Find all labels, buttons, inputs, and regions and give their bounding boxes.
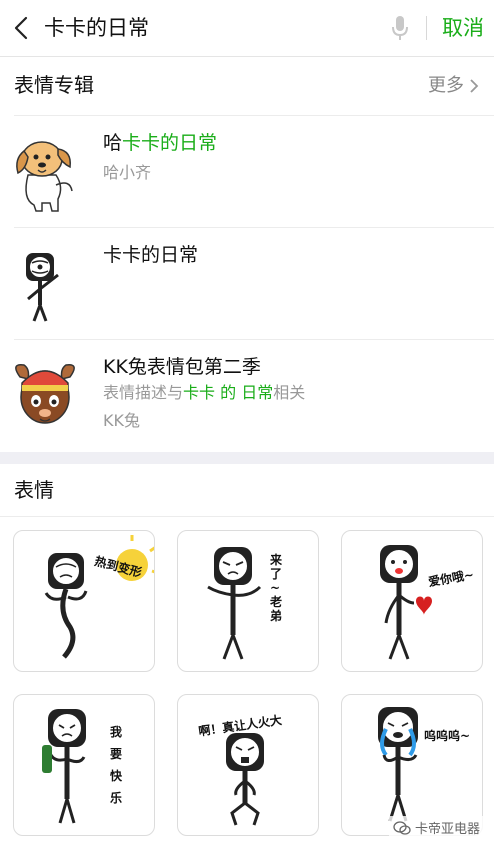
sticker-fan-character (44, 535, 154, 659)
sticker-fan-character (378, 707, 418, 822)
sticker-fan-character (380, 545, 432, 660)
album-cover-fan-character (26, 253, 59, 322)
back-arrow-icon[interactable] (10, 14, 32, 42)
album-description: 表情描述与卡卡 的 日常相关 (103, 381, 305, 405)
album-title: KK兔表情包第二季 (103, 356, 261, 378)
divider (14, 115, 494, 116)
album-item[interactable]: 哈卡卡的日常 哈小齐 (0, 115, 494, 227)
divider (14, 339, 494, 340)
albums-section-header: 表情专辑 更多 (0, 57, 494, 111)
desc-highlight: 日常 (241, 383, 274, 402)
header-divider (426, 16, 427, 40)
search-header: 卡卡的日常 取消 (0, 0, 494, 57)
search-input[interactable]: 卡卡的日常 (44, 13, 149, 43)
album-title-highlight: 卡卡的日常 (122, 132, 218, 154)
desc-prefix: 表情描述与 (103, 383, 184, 402)
album-item[interactable]: KK兔表情包第二季 表情描述与卡卡 的 日常相关 KK兔 (0, 339, 494, 451)
sticker-caption: 呜呜呜~ (424, 729, 471, 743)
sticker-item[interactable]: 啊！真让人火大 (177, 694, 319, 836)
chevron-right-icon (470, 79, 479, 93)
album-author: 哈小齐 (103, 163, 152, 182)
more-albums-link[interactable]: 更多 (428, 73, 480, 99)
more-label: 更多 (428, 75, 464, 96)
albums-section-title: 表情专辑 (14, 73, 94, 97)
sticker-item[interactable]: 来了~老弟 (177, 530, 319, 672)
stickers-section-header: 表情 (0, 464, 494, 517)
sticker-item[interactable]: 热到变形 (13, 530, 155, 672)
sticker-item[interactable]: 呜呜呜~ (341, 694, 483, 836)
album-title: 卡卡的日常 (103, 244, 199, 266)
sticker-caption: 我要快乐 (110, 725, 123, 805)
cancel-button[interactable]: 取消 (442, 13, 484, 43)
album-cover-dog (16, 141, 73, 212)
watermark: 卡帝亚电器 (388, 816, 484, 839)
sticker-fan-character (42, 709, 86, 824)
album-cover-kk-rabbit (15, 364, 75, 424)
album-author: KK兔 (103, 411, 140, 430)
sticker-item[interactable]: 爱你哦~ (341, 530, 483, 672)
divider (14, 227, 494, 228)
sticker-item[interactable]: 我要快乐 (13, 694, 155, 836)
album-title-prefix: 哈 (103, 132, 123, 154)
sticker-caption: 来了~老弟 (270, 553, 283, 623)
wechat-icon (393, 820, 411, 835)
sticker-fan-character (207, 547, 262, 660)
desc-suffix: 相关 (273, 383, 306, 402)
album-item[interactable]: 卡卡的日常 (0, 227, 494, 339)
desc-mid: 的 (215, 383, 242, 402)
section-gap (0, 452, 494, 464)
microphone-icon[interactable] (390, 13, 410, 43)
watermark-text: 卡帝亚电器 (414, 822, 480, 837)
desc-highlight: 卡卡 (183, 383, 216, 402)
album-title: 哈卡卡的日常 (103, 129, 217, 157)
stickers-section-title: 表情 (14, 478, 54, 502)
